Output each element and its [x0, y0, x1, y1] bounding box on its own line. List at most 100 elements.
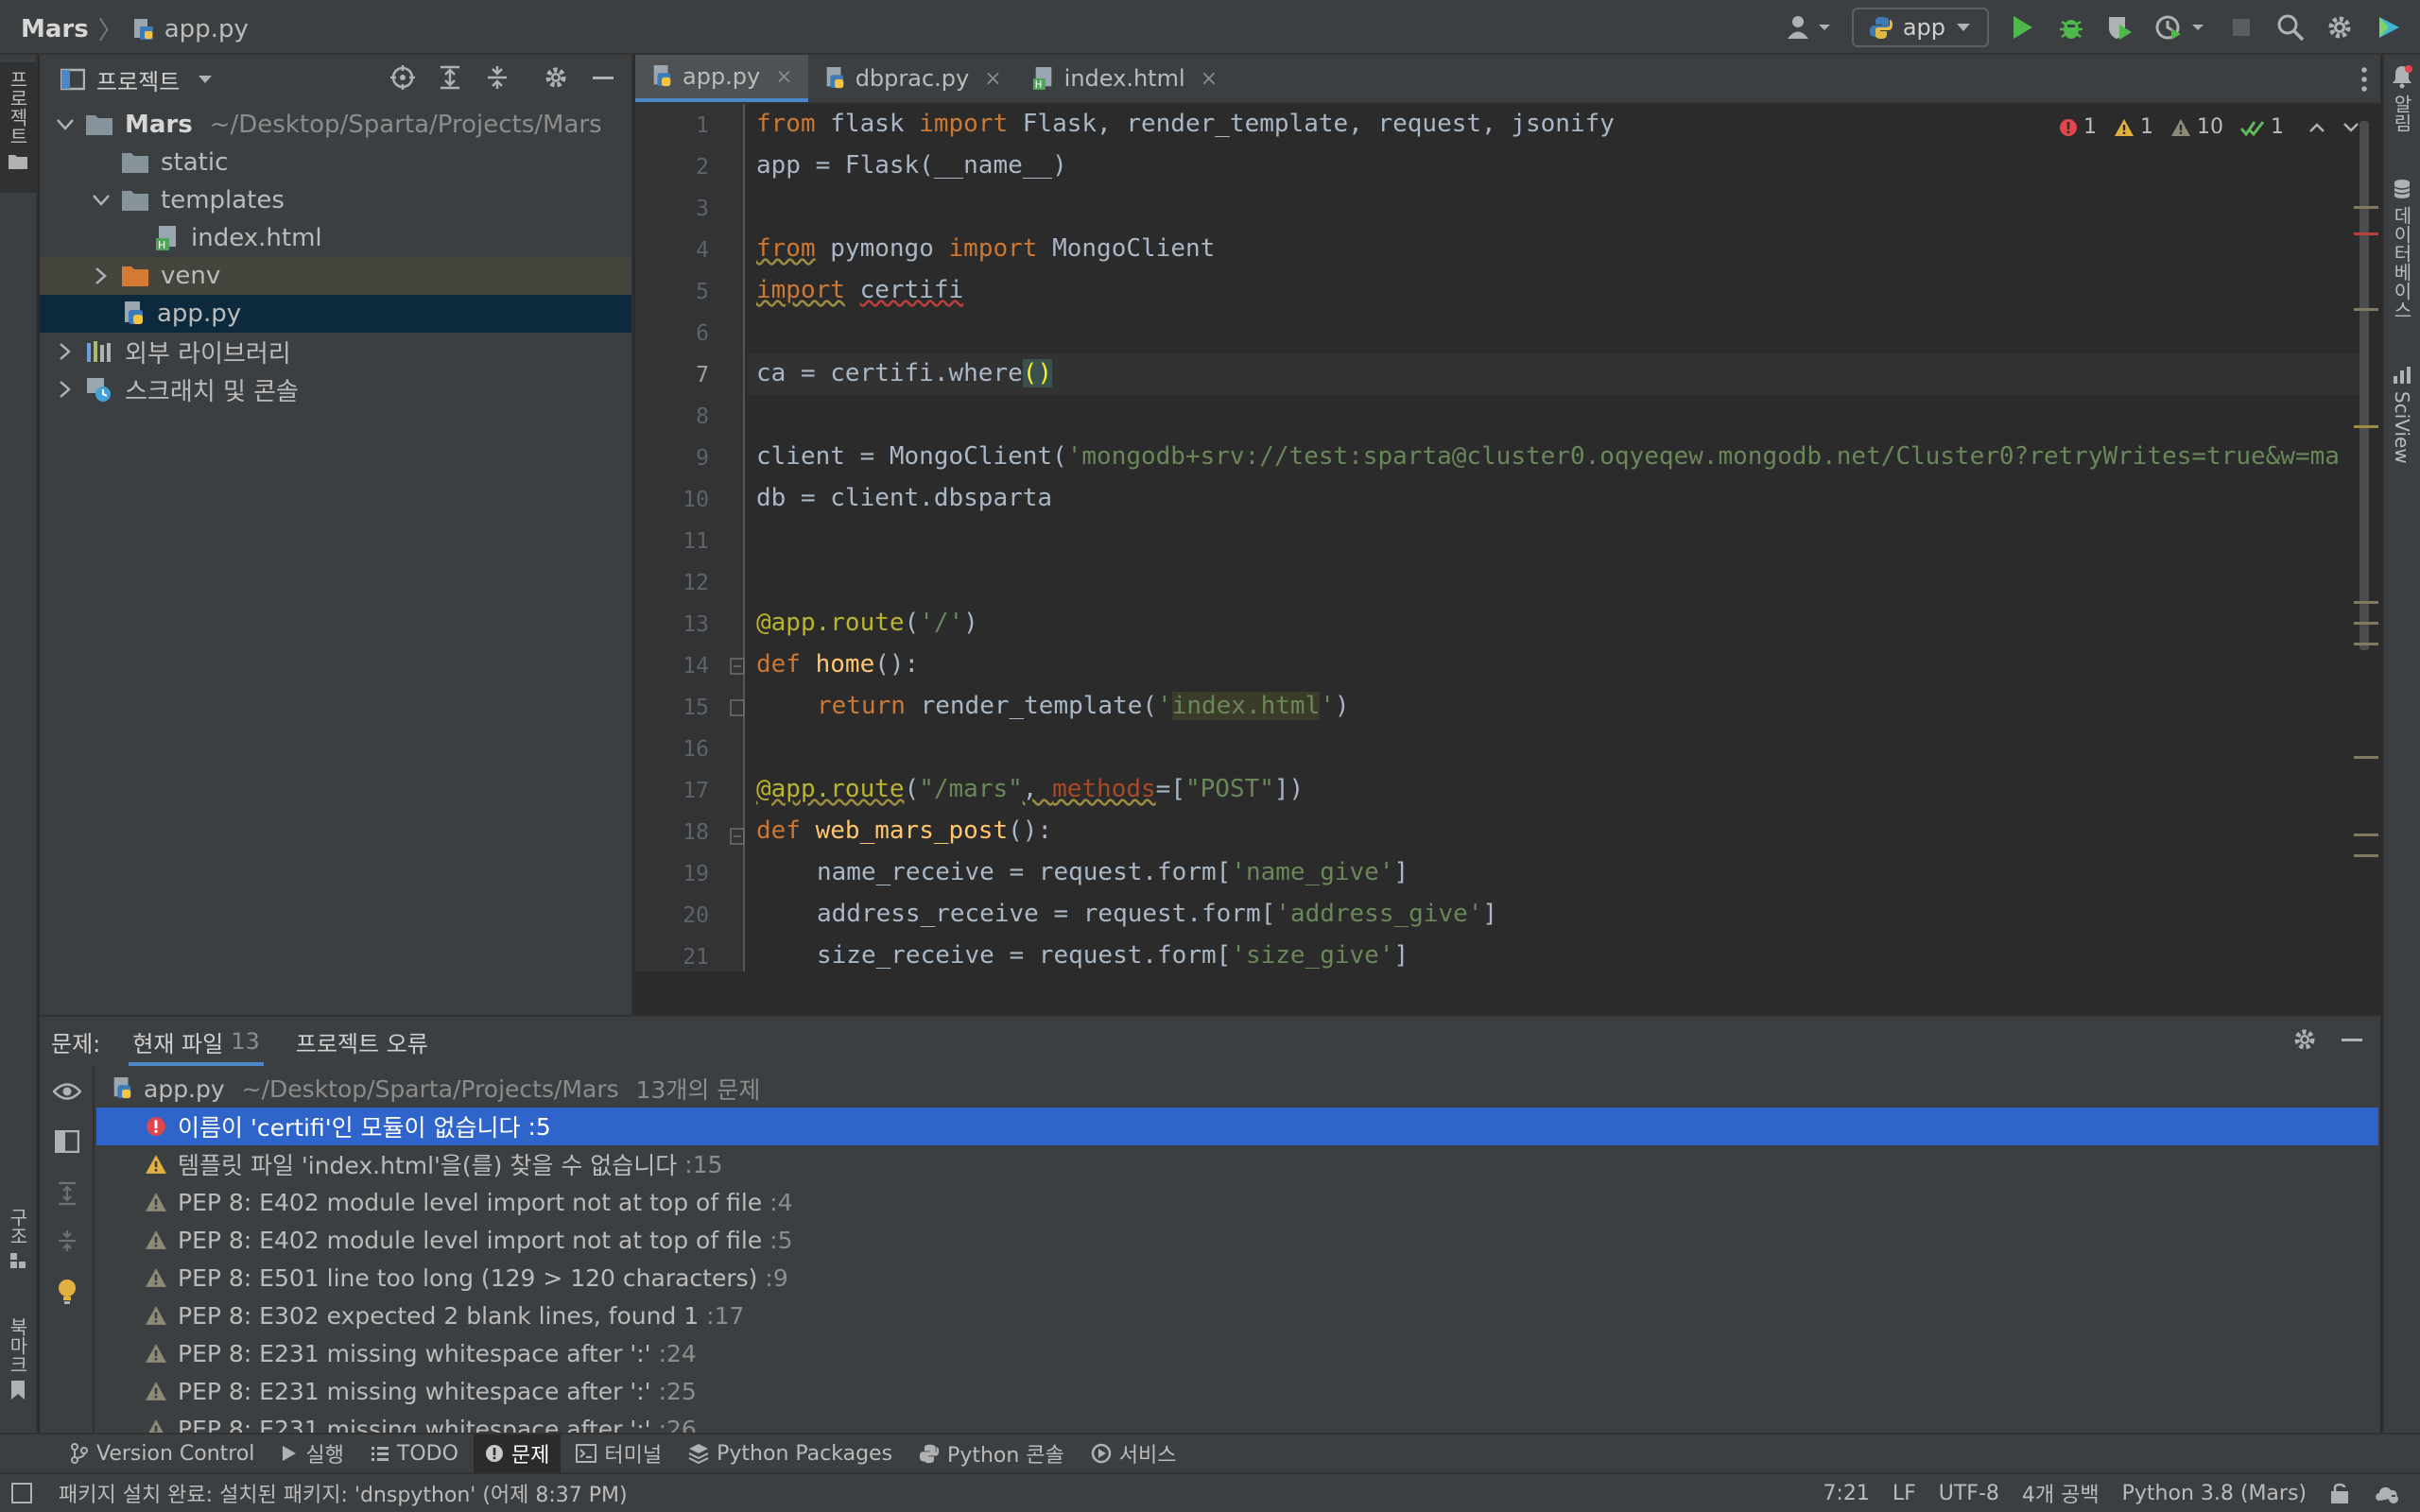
file-encoding[interactable]: UTF-8 — [1939, 1482, 1999, 1505]
problem-text: 템플릿 파일 'index.html'을(를) 찾을 수 없습니다 — [178, 1152, 678, 1179]
jetbrains-ai-icon[interactable] — [2373, 11, 2405, 43]
tool-version-control[interactable]: Version Control — [59, 1435, 266, 1472]
tree-item-mars[interactable]: Mars ~/Desktop/Sparta/Projects/Mars — [40, 106, 631, 144]
line-number-gutter[interactable]: 1 2 3 4 5 6 7 8 9 10 11 12 13 14 15 16 1… — [635, 104, 745, 971]
run-config-selector[interactable]: app — [1851, 8, 1989, 47]
stripe-project-tab[interactable]: 프로젝트 — [0, 62, 36, 193]
error-count[interactable]: 1 — [2059, 115, 2097, 139]
problem-item[interactable]: PEP 8: E231 missing whitespace after ':'… — [96, 1410, 2378, 1435]
tool-run[interactable]: 실행 — [269, 1435, 354, 1472]
tree-item-index-html[interactable]: H index.html — [40, 219, 631, 257]
status-message[interactable]: 패키지 설치 완료: 설치된 패키지: 'dnspython' (어제 8:37… — [59, 1478, 628, 1508]
collapse-all-icon[interactable] — [484, 64, 510, 91]
typo-count[interactable]: 1 — [2240, 115, 2284, 139]
string-literal: index.html — [1171, 692, 1321, 720]
tool-terminal[interactable]: 터미널 — [564, 1435, 673, 1472]
account-icon[interactable] — [1784, 11, 1835, 43]
problem-item[interactable]: PEP 8: E231 missing whitespace after ':'… — [96, 1372, 2378, 1410]
tab-dbprac-py[interactable]: dbprac.py × — [808, 55, 1017, 102]
settings-gear-icon[interactable] — [2291, 1026, 2318, 1053]
code-editor[interactable]: 1 2 3 4 5 6 7 8 9 10 11 12 13 14 15 16 1… — [635, 104, 2380, 971]
chevron-right-icon[interactable] — [91, 266, 112, 285]
run-icon[interactable] — [2006, 11, 2038, 43]
chevron-right-icon[interactable] — [55, 342, 76, 361]
fold-icon[interactable] — [730, 699, 745, 716]
eye-icon[interactable] — [53, 1081, 81, 1102]
tool-python-packages[interactable]: Python Packages — [677, 1435, 904, 1472]
expand-all-icon[interactable] — [56, 1181, 78, 1206]
problems-file-row[interactable]: app.py ~/Desktop/Sparta/Projects/Mars 13… — [96, 1070, 2378, 1108]
chevron-down-icon[interactable] — [55, 118, 76, 131]
problem-location: :15 — [684, 1150, 723, 1178]
warning-count[interactable]: 1 — [2114, 115, 2153, 139]
weak-warning-count[interactable]: 10 — [2170, 115, 2223, 139]
stripe-database-tab[interactable]: 데이터베이스 — [2384, 178, 2420, 386]
stripe-structure-tab[interactable]: 구조 — [0, 1208, 36, 1312]
project-panel-title[interactable]: 프로젝트 — [96, 63, 180, 96]
tool-todo[interactable]: TODO — [359, 1435, 470, 1472]
close-tab-icon[interactable]: × — [984, 67, 1001, 91]
error-stripe[interactable] — [2352, 104, 2380, 971]
coverage-icon[interactable] — [2104, 11, 2136, 43]
tab-current-file[interactable]: 현재 파일 13 — [121, 1017, 271, 1066]
packages-icon — [688, 1443, 709, 1464]
problem-item[interactable]: PEP 8: E402 module level import not at t… — [96, 1221, 2378, 1259]
indent-setting[interactable]: 4개 공백 — [2022, 1478, 2100, 1508]
close-tab-icon[interactable]: × — [775, 65, 792, 89]
lightbulb-icon[interactable] — [57, 1278, 78, 1306]
tab-index-html[interactable]: H index.html × — [1017, 55, 1233, 102]
stripe-bookmarks-tab[interactable]: 북마크 — [0, 1317, 36, 1421]
python-file-icon — [110, 1076, 134, 1101]
breadcrumb-file[interactable]: app.py — [164, 15, 249, 43]
tab-project-errors[interactable]: 프로젝트 오류 — [285, 1017, 440, 1066]
minimize-icon[interactable] — [590, 64, 616, 91]
tree-item-static[interactable]: static — [40, 144, 631, 181]
tool-python-console[interactable]: Python 콘솔 — [908, 1435, 1076, 1472]
lock-icon[interactable] — [2329, 1482, 2350, 1504]
problem-item[interactable]: PEP 8: E302 expected 2 blank lines, foun… — [96, 1297, 2378, 1334]
problem-item[interactable]: PEP 8: E231 missing whitespace after ':'… — [96, 1334, 2378, 1372]
notifications-cloud-icon[interactable] — [2373, 1482, 2401, 1504]
panel-settings-gear-icon[interactable] — [543, 64, 569, 91]
tree-item-templates[interactable]: templates — [40, 181, 631, 219]
tree-item-venv[interactable]: venv — [40, 257, 631, 295]
tool-problems[interactable]: 문제 — [473, 1435, 562, 1472]
chevron-down-icon[interactable] — [197, 74, 214, 85]
expand-all-icon[interactable] — [437, 64, 463, 91]
breadcrumb-project[interactable]: Mars — [21, 15, 89, 43]
python-interpreter[interactable]: Python 3.8 (Mars) — [2122, 1482, 2307, 1505]
stop-icon[interactable] — [2225, 11, 2257, 43]
tool-services[interactable]: 서비스 — [1080, 1435, 1188, 1472]
locate-icon[interactable] — [389, 64, 416, 91]
fold-icon[interactable] — [730, 828, 745, 845]
settings-gear-icon[interactable] — [2324, 11, 2356, 43]
code-text: flask — [815, 110, 920, 138]
problem-item[interactable]: 템플릿 파일 'index.html'을(를) 찾을 수 없습니다 :15 — [96, 1145, 2378, 1183]
problem-item[interactable]: 이름이 'certifi'인 모듈이 없습니다 :5 — [96, 1108, 2378, 1145]
search-icon[interactable] — [2274, 11, 2307, 43]
tree-item-app-py[interactable]: app.py — [40, 295, 631, 333]
minimize-icon[interactable] — [2339, 1026, 2365, 1053]
collapse-all-icon[interactable] — [56, 1228, 78, 1253]
caret-position[interactable]: 7:21 — [1823, 1482, 1869, 1505]
chevron-up-icon[interactable] — [2308, 122, 2325, 133]
line-separator[interactable]: LF — [1893, 1482, 1916, 1505]
inspection-widget[interactable]: 1 1 10 1 — [2049, 115, 2360, 139]
stripe-sciview-tab[interactable]: SciView — [2384, 365, 2420, 535]
chevron-down-icon[interactable] — [91, 194, 112, 207]
more-vertical-icon[interactable] — [2360, 66, 2369, 93]
problem-item[interactable]: PEP 8: E501 line too long (129 > 120 cha… — [96, 1259, 2378, 1297]
tree-item-scratches[interactable]: 스크래치 및 콘솔 — [40, 370, 631, 408]
profiler-icon[interactable] — [2153, 11, 2208, 43]
tool-label: 문제 — [510, 1444, 550, 1468]
tab-app-py[interactable]: app.py × — [635, 55, 808, 102]
stripe-notifications-tab[interactable]: 알림 — [2384, 64, 2420, 159]
close-tab-icon[interactable]: × — [1201, 67, 1218, 91]
tree-item-external-libraries[interactable]: 외부 라이브러리 — [40, 333, 631, 370]
fold-icon[interactable] — [730, 658, 745, 675]
panel-toggle-icon[interactable] — [11, 1483, 32, 1503]
debug-icon[interactable] — [2055, 11, 2087, 43]
chevron-right-icon[interactable] — [55, 380, 76, 399]
problem-item[interactable]: PEP 8: E402 module level import not at t… — [96, 1183, 2378, 1221]
preview-pane-icon[interactable] — [55, 1130, 79, 1153]
